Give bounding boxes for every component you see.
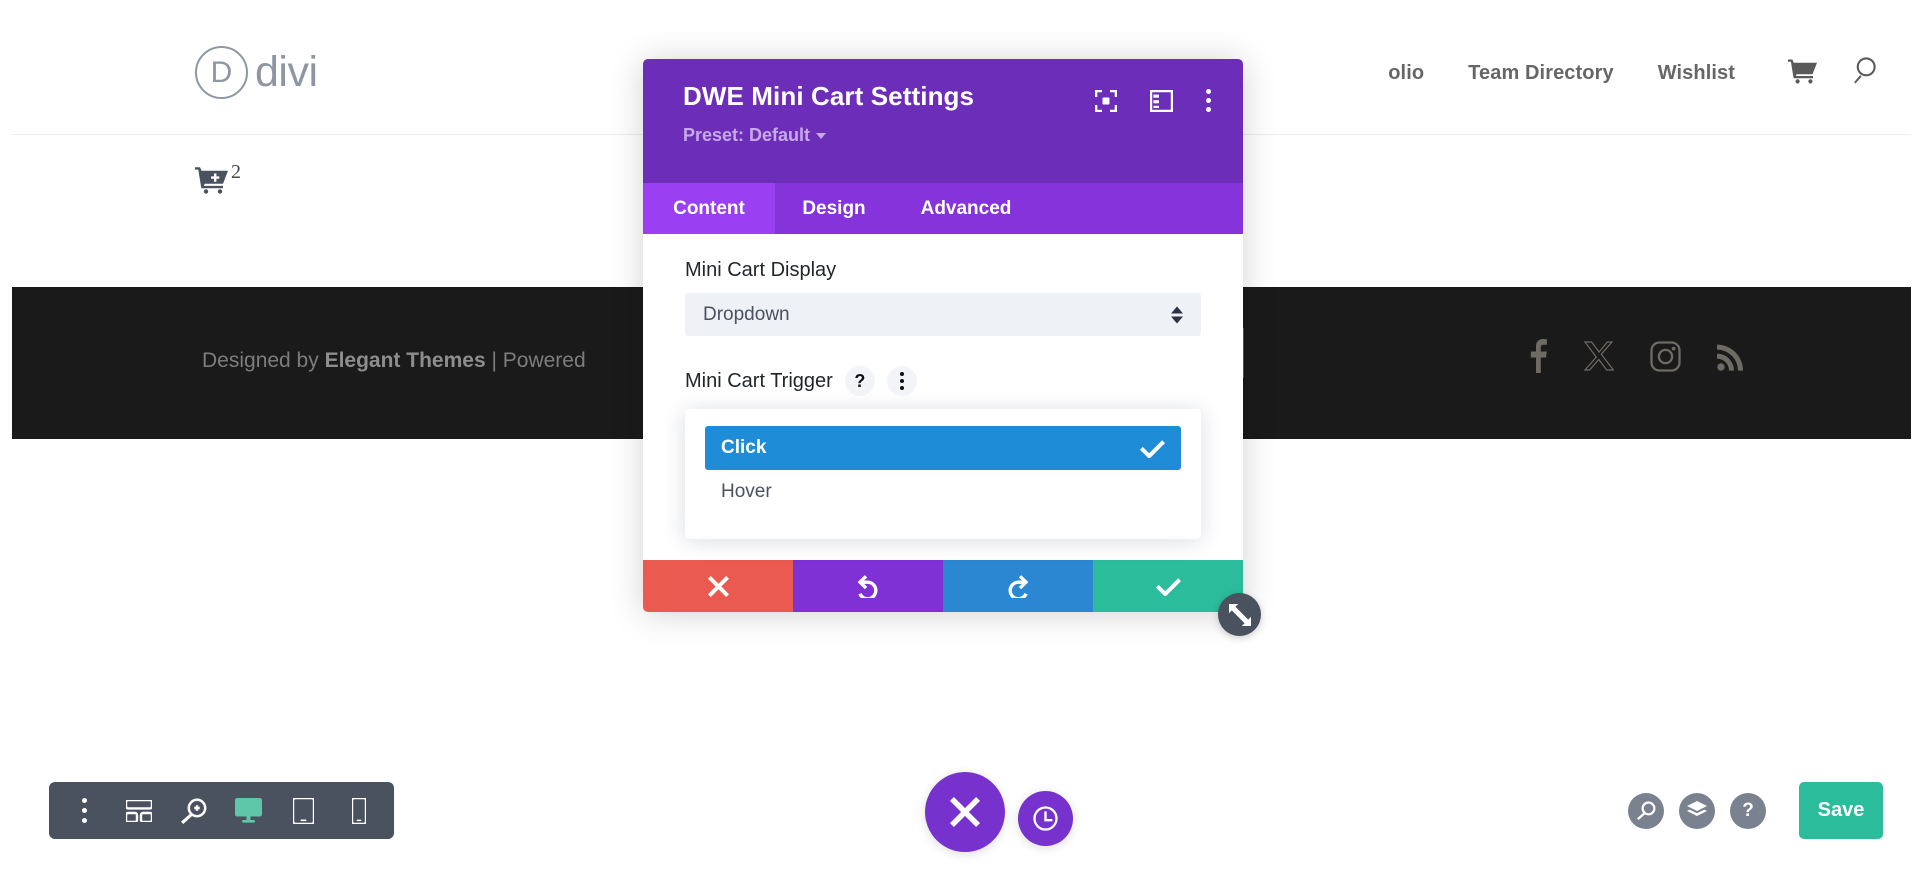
- modal-layout-button[interactable]: [1150, 89, 1173, 112]
- mini-cart-module[interactable]: 2: [195, 161, 241, 195]
- social-x-twitter[interactable]: [1584, 341, 1614, 371]
- footer-credit-suffix: | Powered: [485, 349, 586, 372]
- builder-phone-view[interactable]: [337, 789, 381, 833]
- builder-help-button[interactable]: ?: [1730, 792, 1766, 829]
- field-options-kebab-icon[interactable]: [886, 366, 917, 396]
- builder-desktop-view[interactable]: [227, 789, 271, 833]
- header-search-icon[interactable]: [1854, 56, 1883, 85]
- modal-tab-bar: Content Design Advanced: [643, 183, 1243, 234]
- modal-undo-button[interactable]: [793, 560, 943, 612]
- social-rss[interactable]: [1717, 342, 1746, 371]
- builder-layers-button[interactable]: [1679, 792, 1715, 829]
- modal-redo-button[interactable]: [943, 560, 1093, 612]
- select-stepper-icon: [1171, 306, 1183, 323]
- modal-discard-button[interactable]: [643, 560, 793, 612]
- dropdown-option-hover[interactable]: Hover: [705, 470, 1181, 514]
- cart-plus-icon: [195, 165, 229, 195]
- builder-history-button[interactable]: [1018, 790, 1073, 846]
- builder-zoom-button[interactable]: [172, 789, 216, 833]
- site-logo[interactable]: D divi: [195, 46, 318, 99]
- tab-content[interactable]: Content: [643, 183, 775, 234]
- footer-credit: Designed by Elegant Themes | Powered: [202, 349, 586, 373]
- builder-save-button[interactable]: Save: [1799, 782, 1883, 839]
- footer-credit-prefix: Designed by: [202, 349, 325, 372]
- modal-preset-label: Preset: Default: [683, 125, 811, 145]
- mini-cart-display-label: Mini Cart Display: [685, 260, 1201, 280]
- page-frame: D divi olio Team Directory Wishlist 2 De…: [12, 10, 1911, 860]
- option-label: Click: [721, 437, 767, 458]
- modal-footer: [643, 560, 1243, 612]
- divi-logo-mark: D: [195, 46, 248, 99]
- mini-cart-count-badge: 2: [231, 161, 241, 183]
- nav-team-directory[interactable]: Team Directory: [1468, 62, 1614, 85]
- modal-focus-button[interactable]: [1095, 89, 1117, 112]
- builder-right-actions: ? Save: [1628, 782, 1883, 839]
- divi-logo-text: divi: [255, 48, 318, 96]
- modal-header-tools: [1095, 89, 1211, 112]
- dropdown-option-click[interactable]: Click: [705, 426, 1181, 470]
- modal-preset-selector[interactable]: Preset: Default: [683, 125, 827, 146]
- site-navigation: olio Team Directory Wishlist: [1388, 62, 1735, 85]
- mini-cart-display-select[interactable]: Dropdown: [685, 293, 1201, 336]
- header-icon-group: [1788, 56, 1883, 85]
- builder-wireframe-button[interactable]: [117, 789, 161, 833]
- screen: D divi olio Team Directory Wishlist 2 De…: [0, 0, 1923, 871]
- modal-body: Mini Cart Display Dropdown Mini Cart Tri…: [643, 234, 1243, 539]
- chevron-down-icon: [816, 132, 827, 139]
- mini-cart-trigger-label: Mini Cart Trigger ?: [685, 366, 1201, 396]
- modal-header[interactable]: DWE Mini Cart Settings Preset: Default: [643, 59, 1243, 183]
- tab-advanced[interactable]: Advanced: [893, 183, 1039, 234]
- builder-close-button[interactable]: [925, 772, 1005, 852]
- nav-wishlist[interactable]: Wishlist: [1658, 62, 1735, 85]
- builder-tablet-view[interactable]: [282, 789, 326, 833]
- check-icon: [1140, 438, 1165, 458]
- modal-resize-handle[interactable]: [1218, 593, 1261, 636]
- field-label-text: Mini Cart Display: [685, 259, 837, 281]
- social-instagram[interactable]: [1650, 340, 1681, 372]
- mini-cart-trigger-dropdown: Click Hover: [685, 409, 1201, 539]
- social-facebook[interactable]: [1526, 339, 1548, 373]
- field-label-text: Mini Cart Trigger: [685, 370, 833, 392]
- modal-more-button[interactable]: [1206, 89, 1211, 112]
- footer-social-group: [1526, 339, 1746, 373]
- header-cart-icon[interactable]: [1788, 58, 1818, 84]
- builder-menu-button[interactable]: [62, 789, 106, 833]
- select-value: Dropdown: [703, 303, 790, 325]
- builder-search-button[interactable]: [1628, 792, 1664, 829]
- builder-center-actions: [925, 772, 1073, 852]
- option-label: Hover: [721, 481, 772, 502]
- modal-title: DWE Mini Cart Settings: [683, 81, 975, 111]
- module-settings-modal: DWE Mini Cart Settings Preset: Default C…: [643, 59, 1261, 636]
- tab-design[interactable]: Design: [775, 183, 893, 234]
- help-icon[interactable]: ?: [844, 366, 875, 396]
- builder-view-toolbar: [49, 782, 394, 839]
- nav-portfolio[interactable]: olio: [1388, 62, 1424, 85]
- footer-credit-brand[interactable]: Elegant Themes: [325, 349, 486, 372]
